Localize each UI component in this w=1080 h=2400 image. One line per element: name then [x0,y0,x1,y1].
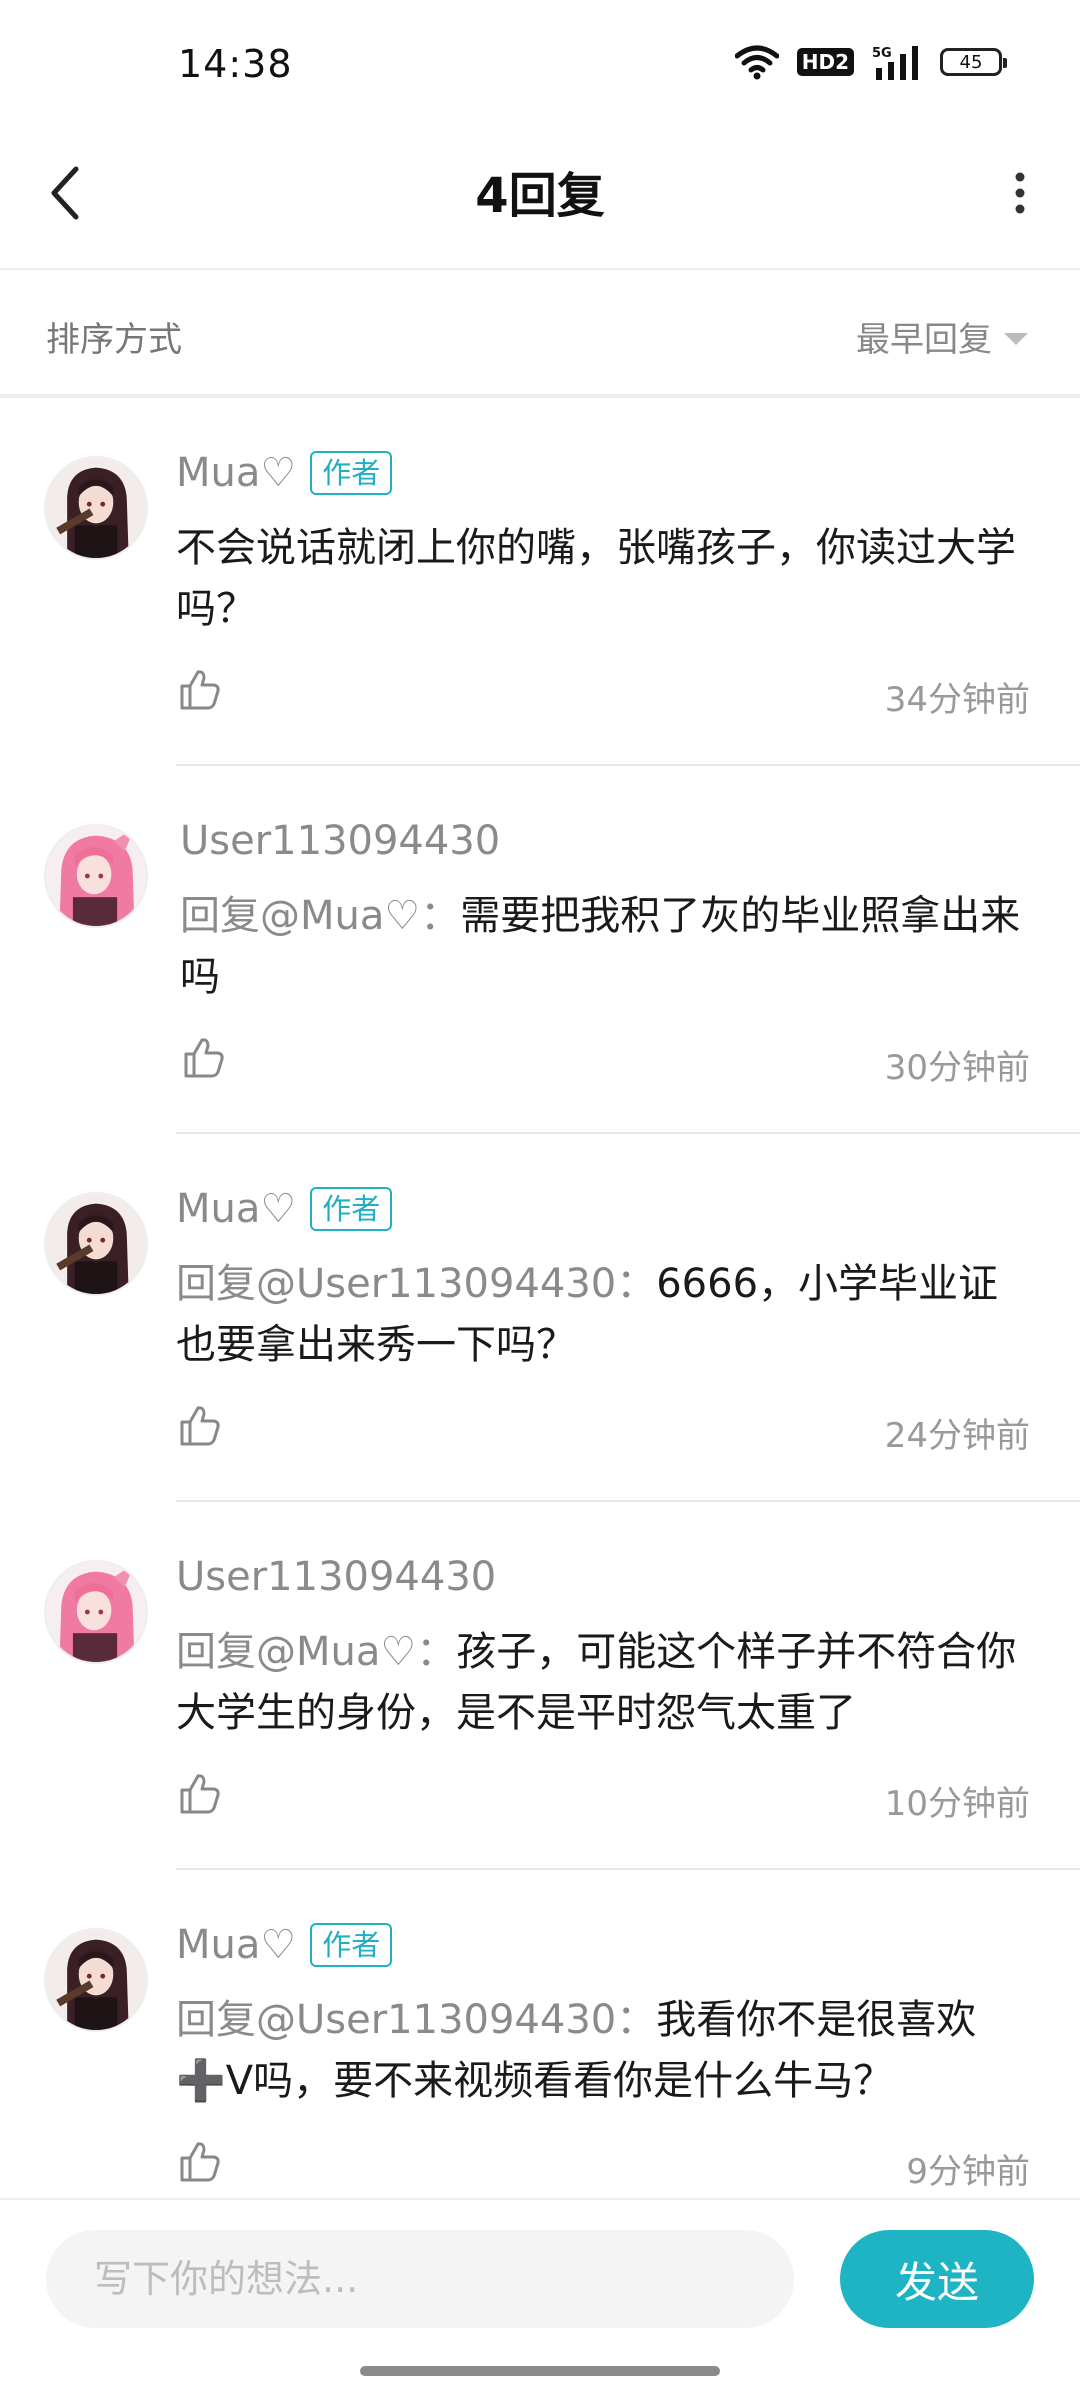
username[interactable]: Mua♡ [176,450,296,496]
reply-list: Mua♡ 作者 不会说话就闭上你的嘴，张嘴孩子，你读过大学吗？ 34分钟前 Us… [0,398,1080,2198]
send-button[interactable]: 发送 [840,2230,1034,2328]
reply-header: Mua♡ 作者 [176,450,393,496]
username[interactable]: Mua♡ [176,1922,296,1968]
reply-body: Mua♡ 作者 回复@User113094430：我看你不是很喜欢➕V吗，要不来… [176,1870,1030,2198]
sort-order-dropdown[interactable]: 最早回复 [856,312,1028,361]
thumbs-up-icon [180,1406,220,1446]
like-button[interactable] [176,666,226,716]
reply-body: Mua♡ 作者 不会说话就闭上你的嘴，张嘴孩子，你读过大学吗？ 34分钟前 [176,398,1030,766]
reply-body: User113094430 回复@Mua♡：需要把我积了灰的毕业照拿出来吗 30… [180,766,1030,1134]
mention-link[interactable]: 回复@Mua♡： [180,893,460,939]
avatar[interactable] [44,1192,148,1296]
reply-content: 不会说话就闭上你的嘴，张嘴孩子，你读过大学吗？ [176,525,1016,632]
reply-time: 10分钟前 [884,1784,1030,1824]
battery-indicator: 45 [940,48,1007,76]
mention-link[interactable]: 回复@User113094430： [176,1261,656,1307]
author-badge: 作者 [310,1187,393,1231]
reply-item: Mua♡ 作者 不会说话就闭上你的嘴，张嘴孩子，你读过大学吗？ 34分钟前 [0,398,1080,766]
thumbs-up-icon [180,670,220,710]
reply-item: User113094430 回复@Mua♡：需要把我积了灰的毕业照拿出来吗 30… [0,766,1080,1134]
top-navigation-bar: 4回复 [0,130,1080,270]
thumbs-up-icon [180,2142,220,2182]
author-badge: 作者 [310,451,393,495]
more-vertical-icon [1015,172,1025,214]
sort-bar: 排序方式 最早回复 [0,270,1080,398]
reply-text[interactable]: 回复@User113094430：6666，小学毕业证也要拿出来秀一下吗？ [176,1254,1030,1376]
reply-body: User113094430 回复@Mua♡：孩子，可能这个样子并不符合你大学生的… [176,1502,1030,1870]
mention-link[interactable]: 回复@Mua♡： [176,1629,456,1675]
reply-text[interactable]: 回复@User113094430：我看你不是很喜欢➕V吗，要不来视频看看你是什么… [176,1990,1030,2112]
like-button[interactable] [176,1402,226,1452]
hd-network-badge: HD2 [796,48,854,76]
avatar[interactable] [44,1560,148,1664]
reply-item: User113094430 回复@Mua♡：孩子，可能这个样子并不符合你大学生的… [0,1502,1080,1870]
like-button[interactable] [176,2138,226,2188]
caret-down-icon [1004,332,1028,345]
sort-label: 排序方式 [46,320,182,360]
more-options-button[interactable] [990,158,1050,228]
status-time: 14:38 [178,42,293,86]
reply-time: 30分钟前 [884,1048,1030,1088]
reply-input[interactable] [46,2230,794,2328]
username[interactable]: Mua♡ [176,1186,296,1232]
avatar[interactable] [44,1928,148,2032]
battery-level: 45 [959,51,983,73]
page-title: 4回复 [475,168,605,224]
reply-text[interactable]: 回复@Mua♡：需要把我积了灰的毕业照拿出来吗 [180,886,1030,1008]
mention-link[interactable]: 回复@User113094430： [176,1997,656,2043]
reply-time: 9分钟前 [906,2152,1030,2192]
wifi-icon [734,44,779,80]
avatar[interactable] [44,456,148,560]
thumbs-up-icon [180,1774,220,1814]
thumbs-up-icon [184,1038,224,1078]
username[interactable]: User113094430 [180,818,500,864]
like-button[interactable] [180,1034,230,1084]
reply-body: Mua♡ 作者 回复@User113094430：6666，小学毕业证也要拿出来… [176,1134,1030,1502]
reply-header: Mua♡ 作者 [176,1922,393,1968]
author-badge: 作者 [310,1923,393,1967]
username[interactable]: User113094430 [176,1554,496,1600]
reply-text[interactable]: 回复@Mua♡：孩子，可能这个样子并不符合你大学生的身份，是不是平时怨气太重了 [176,1622,1030,1744]
reply-item: Mua♡ 作者 回复@User113094430：我看你不是很喜欢➕V吗，要不来… [0,1870,1080,2198]
reply-header: Mua♡ 作者 [176,1186,393,1232]
home-indicator[interactable] [360,2366,720,2376]
sort-order-value: 最早回复 [856,320,992,360]
reply-header: User113094430 [180,818,500,864]
reply-time: 24分钟前 [884,1416,1030,1456]
cell-label: 5G [872,46,892,61]
status-icons: HD2 5G 45 [734,44,1007,80]
reply-input-bar: 发送 [0,2198,1080,2358]
reply-text[interactable]: 不会说话就闭上你的嘴，张嘴孩子，你读过大学吗？ [176,518,1030,640]
cellular-signal-icon: 5G [872,44,922,80]
like-button[interactable] [176,1770,226,1820]
reply-header: User113094430 [176,1554,496,1600]
status-bar: 14:38 HD2 5G 45 [0,0,1080,130]
reply-time: 34分钟前 [884,680,1030,720]
avatar[interactable] [44,824,148,928]
reply-item: Mua♡ 作者 回复@User113094430：6666，小学毕业证也要拿出来… [0,1134,1080,1502]
